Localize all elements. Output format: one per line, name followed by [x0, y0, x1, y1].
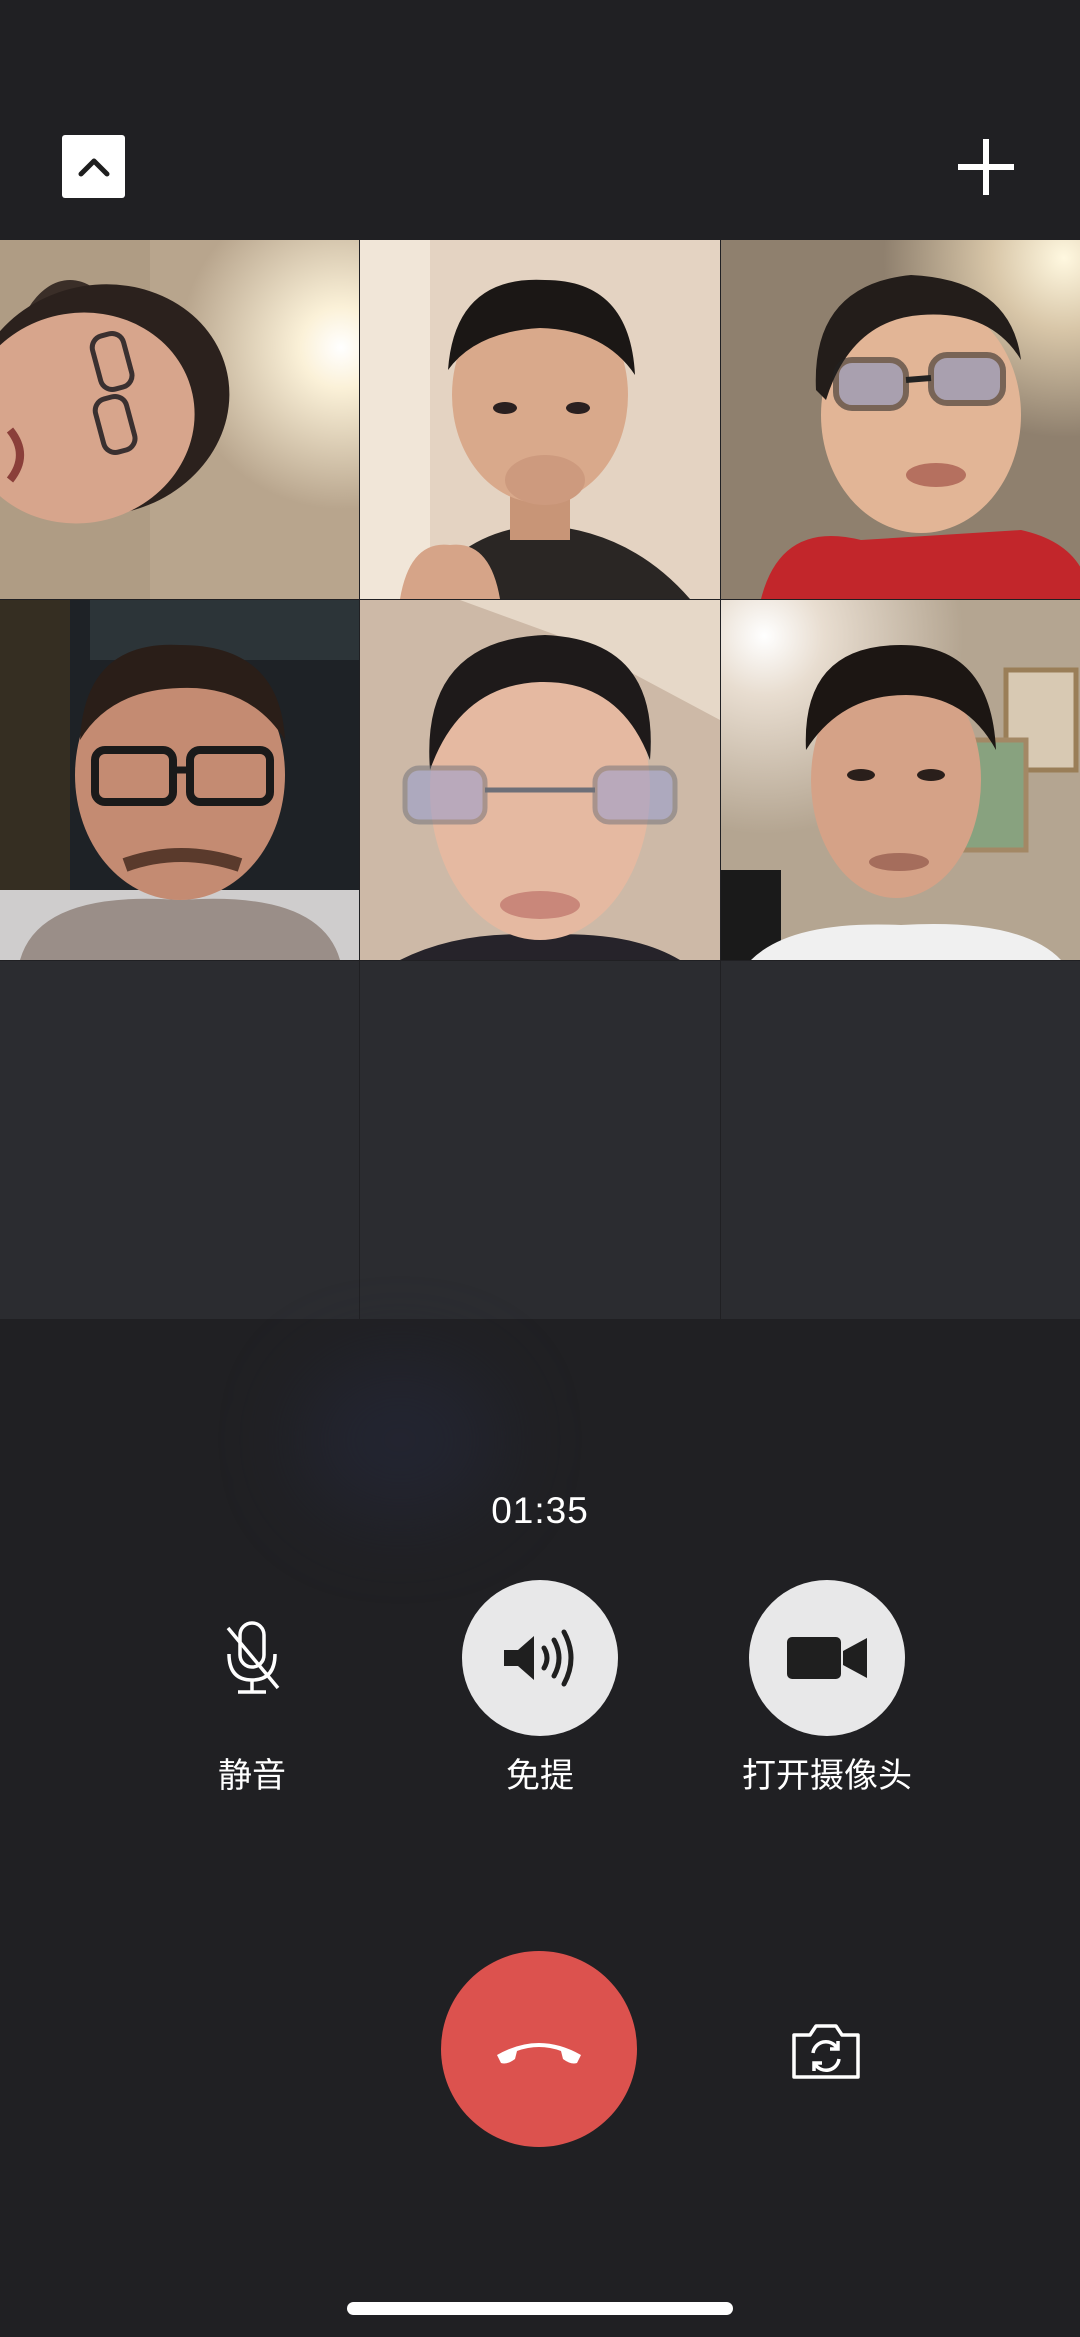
- participant-video: [721, 240, 1080, 599]
- participant-video: [360, 600, 720, 960]
- add-participant-button[interactable]: [955, 136, 1017, 198]
- mute-button[interactable]: 静音: [122, 1580, 382, 1797]
- camera-button-circle[interactable]: [749, 1580, 905, 1736]
- participant-video: [0, 600, 359, 960]
- participant-video: [721, 600, 1080, 960]
- switch-camera-button[interactable]: [790, 2020, 862, 2082]
- participant-video-tile[interactable]: [0, 600, 359, 960]
- participant-video-tile[interactable]: [721, 240, 1080, 599]
- participant-video: [360, 240, 720, 599]
- participant-grid: [0, 240, 1080, 1319]
- phone-hangup-icon: [497, 2043, 581, 2064]
- participant-video-tile[interactable]: [360, 240, 720, 599]
- camera-label: 打开摄像头: [742, 1756, 912, 1796]
- empty-video-slot: [360, 961, 720, 1319]
- camera-switch-icon: [792, 2024, 860, 2079]
- mute-label: 静音: [218, 1756, 286, 1796]
- speaker-label: 免提: [506, 1756, 574, 1796]
- speaker-icon: [504, 1629, 574, 1687]
- speaker-button-circle[interactable]: [462, 1580, 618, 1736]
- participant-video-tile[interactable]: [360, 600, 720, 960]
- hangup-button[interactable]: [441, 1951, 637, 2147]
- mute-button-circle[interactable]: [174, 1580, 330, 1736]
- speaker-button[interactable]: 免提: [410, 1580, 670, 1797]
- video-call-screen: 01:35 静音 免提 打开摄像头: [0, 0, 1080, 2337]
- participant-video-tile[interactable]: [0, 240, 359, 599]
- minimize-call-button[interactable]: [62, 135, 125, 198]
- microphone-icon: [226, 1621, 280, 1694]
- participant-video: [0, 240, 359, 599]
- camera-button[interactable]: 打开摄像头: [697, 1580, 957, 1797]
- call-timer: 01:35: [491, 1490, 589, 1531]
- empty-video-slot: [0, 961, 359, 1319]
- empty-video-slot: [721, 961, 1080, 1319]
- video-camera-icon: [787, 1637, 867, 1679]
- plus-icon: [958, 139, 1014, 195]
- home-indicator[interactable]: [347, 2302, 733, 2315]
- chevron-up-icon: [78, 158, 109, 176]
- participant-video-tile[interactable]: [721, 600, 1080, 960]
